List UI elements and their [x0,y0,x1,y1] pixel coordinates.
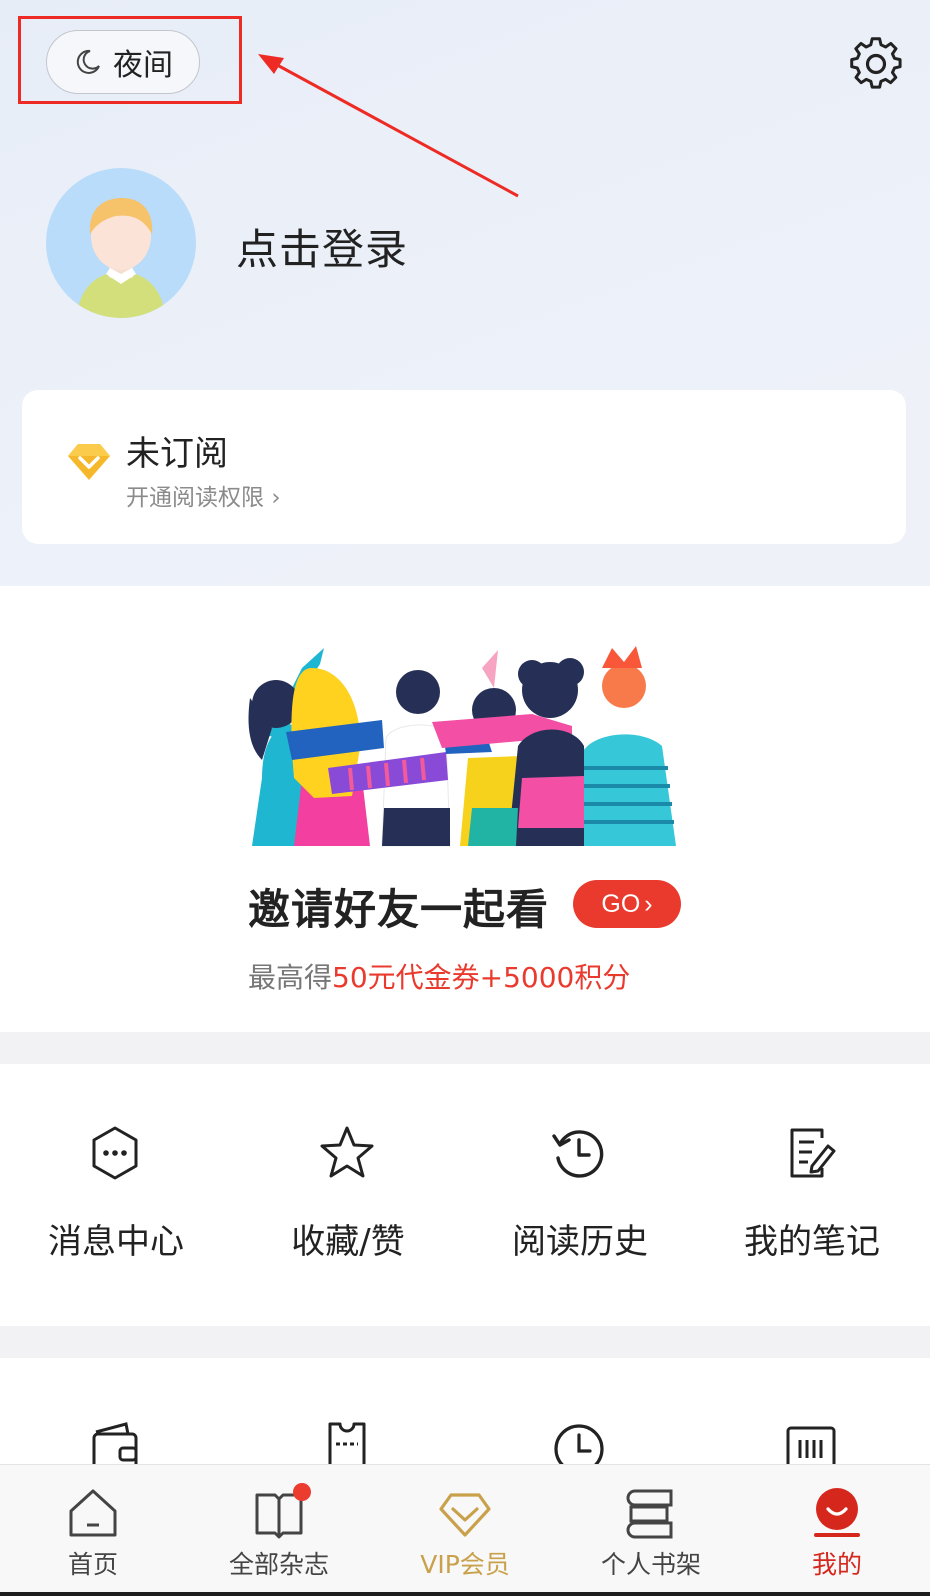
message-icon [92,1126,138,1180]
bookshelf-icon [626,1489,673,1539]
tab-bookshelf-label: 个人书架 [600,1550,701,1579]
reward-highlight: 50元代金券+5000积分 [332,961,631,994]
settings-gear-icon[interactable] [848,36,904,92]
bottom-divider [0,1592,930,1596]
login-prompt[interactable]: 点击登录 [236,216,408,277]
barcode-item[interactable] [696,1358,928,1468]
invite-headline: 邀请好友一起看 [248,885,550,934]
subscription-status: 未订阅 [126,434,228,474]
my-notes-label: 我的笔记 [744,1222,880,1262]
tab-mine-label: 我的 [811,1550,862,1579]
clock-item[interactable] [464,1358,696,1468]
notification-dot [293,1483,311,1501]
my-notes-item[interactable]: 我的笔记 [696,1064,928,1326]
open-access-label: 开通阅读权限 [126,485,264,511]
annotation-highlight-box [18,16,242,104]
star-icon [320,1126,374,1178]
ticket-icon [328,1422,366,1468]
invite-reward-text: 最高得50元代金券+5000积分 [248,961,631,994]
wallet-icon [92,1422,138,1468]
tab-all-magazines[interactable]: 全部杂志 [186,1465,372,1596]
bottom-tab-bar: 首页 全部杂志 VIP会员 个人书架 我的 [0,1464,930,1596]
clock-icon [554,1424,604,1468]
friends-group-illustration [248,646,676,847]
feature-grid: 消息中心 收藏/赞 阅读历史 我的笔记 [0,1064,930,1326]
subscription-card[interactable]: 未订阅 开通阅读权限 › [22,390,906,544]
message-center-item[interactable]: 消息中心 [0,1064,232,1326]
message-center-label: 消息中心 [48,1222,184,1262]
profile-icon [814,1488,860,1537]
go-button[interactable]: GO › [573,880,681,928]
chevron-right-icon: › [644,889,653,918]
barcode-icon [786,1426,836,1468]
favorites-label: 收藏/赞 [291,1222,405,1262]
tab-vip[interactable]: VIP会员 [372,1465,558,1596]
avatar[interactable] [46,168,196,318]
home-icon [69,1489,117,1537]
tab-home[interactable]: 首页 [0,1465,186,1596]
open-access-link[interactable]: 开通阅读权限 › [126,478,281,512]
go-label: GO [601,889,641,918]
tab-vip-label: VIP会员 [420,1550,510,1579]
reading-history-item[interactable]: 阅读历史 [464,1064,696,1326]
tab-home-label: 首页 [67,1550,118,1579]
default-avatar-icon [76,198,166,318]
wallet-item[interactable] [0,1358,232,1468]
chevron-right-icon: › [271,485,281,511]
vip-diamond-icon [439,1493,491,1537]
vip-diamond-icon [68,444,110,480]
history-icon [552,1130,604,1178]
reading-history-label: 阅读历史 [512,1222,648,1262]
ticket-item[interactable] [232,1358,464,1468]
tab-all-magazines-label: 全部杂志 [228,1550,329,1579]
feature-grid-2 [0,1358,930,1468]
notes-icon [790,1128,836,1178]
tab-bookshelf[interactable]: 个人书架 [558,1465,744,1596]
favorites-item[interactable]: 收藏/赞 [232,1064,464,1326]
tab-mine[interactable]: 我的 [744,1465,930,1596]
invite-banner[interactable]: 邀请好友一起看 GO › 最高得50元代金券+5000积分 [0,586,930,1032]
